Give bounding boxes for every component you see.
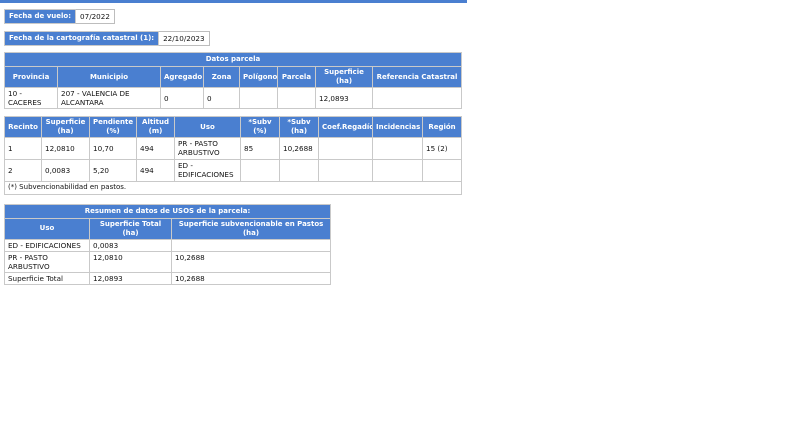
table-row: 10 - CACERES 207 - VALENCIA DE ALCANTARA… — [4, 87, 462, 109]
cell-subv-ha: 10,2688 — [279, 137, 319, 160]
datos-parcela-title: Datos parcela — [4, 52, 462, 67]
cell-referencia-catastral — [372, 87, 462, 109]
fecha-cartografia-label: Fecha de la cartografía catastral (1): — [3, 31, 160, 46]
cell-superficie-total: 12,0810 — [89, 250, 172, 273]
cell-agregado: 0 — [160, 87, 204, 109]
datos-parcela-table: Datos parcela Provincia Municipio Agrega… — [4, 52, 462, 109]
cell-parcela — [277, 87, 316, 109]
cell-poligono — [239, 87, 278, 109]
col-coef-regadio: Coef.Regadío — [318, 116, 373, 138]
cell-coef-regadio — [318, 137, 373, 160]
table-row: PR - PASTO ARBUSTIVO 12,0810 10,2688 — [4, 250, 332, 273]
recintos-table: Recinto Superficie (ha) Pendiente (%) Al… — [4, 116, 462, 195]
col-recinto: Recinto — [4, 116, 42, 138]
cell-uso: PR - PASTO ARBUSTIVO — [174, 137, 241, 160]
table-row: ED - EDIFICACIONES 0,0083 — [4, 238, 332, 252]
cell-uso: ED - EDIFICACIONES — [174, 159, 241, 182]
cell-subv-pct: 85 — [240, 137, 280, 160]
col-superficie: Superficie (ha) — [41, 116, 90, 138]
col-poligono: Polígono — [239, 66, 278, 88]
col-uso: Uso — [4, 218, 90, 240]
cell-subv-ha — [279, 159, 319, 182]
cell-superficie-subvencionable: 10,2688 — [170, 250, 332, 273]
cell-pendiente: 5,20 — [89, 159, 137, 182]
col-agregado: Agregado — [160, 66, 204, 88]
subvencionabilidad-note: (*) Subvencionabilidad en pastos. — [4, 181, 462, 195]
col-uso: Uso — [174, 116, 241, 138]
cell-altitud: 494 — [136, 159, 175, 182]
col-municipio: Municipio — [57, 66, 161, 88]
fecha-vuelo-value: 07/2022 — [75, 9, 115, 24]
cell-municipio: 207 - VALENCIA DE ALCANTARA — [57, 87, 161, 109]
cell-region — [422, 159, 462, 182]
col-region: Región — [422, 116, 462, 138]
cell-incidencias — [372, 159, 423, 182]
cell-altitud: 494 — [136, 137, 175, 160]
col-subv-pct: *Subv (%) — [240, 116, 280, 138]
cell-superficie-total: 0,0083 — [89, 238, 172, 252]
fecha-cartografia-table: Fecha de la cartografía catastral (1): 2… — [3, 31, 210, 46]
resumen-usos-table: Resumen de datos de USOS de la parcela: … — [3, 204, 332, 285]
cell-recinto: 1 — [4, 137, 42, 160]
fecha-vuelo-label: Fecha de vuelo: — [3, 9, 77, 24]
col-zona: Zona — [203, 66, 240, 88]
cell-subv-pct — [240, 159, 280, 182]
cell-pendiente: 10,70 — [89, 137, 137, 160]
cell-incidencias — [372, 137, 423, 160]
col-superficie-total: Superficie Total (ha) — [89, 218, 172, 240]
cell-uso: Superficie Total — [4, 271, 90, 285]
fecha-cartografia-value: 22/10/2023 — [158, 31, 210, 46]
resumen-title: Resumen de datos de USOS de la parcela: — [3, 204, 332, 219]
col-superficie-subvencionable: Superficie subvencionable en Pastos (ha) — [170, 218, 332, 240]
cell-coef-regadio — [318, 159, 373, 182]
cell-superficie-total: 12,0893 — [89, 271, 172, 285]
table-row: 1 12,0810 10,70 494 PR - PASTO ARBUSTIVO… — [4, 137, 462, 160]
cell-superficie: 0,0083 — [41, 159, 90, 182]
cell-uso: PR - PASTO ARBUSTIVO — [4, 250, 90, 273]
cell-region: 15 (2) — [422, 137, 462, 160]
col-subv-ha: *Subv (ha) — [279, 116, 319, 138]
top-accent-bar — [0, 0, 467, 3]
col-incidencias: Incidencias — [372, 116, 423, 138]
cell-zona: 0 — [203, 87, 240, 109]
col-altitud: Altitud (m) — [136, 116, 175, 138]
cell-superficie: 12,0893 — [315, 87, 373, 109]
col-superficie: Superficie (ha) — [315, 66, 373, 88]
cell-superficie-subvencionable — [170, 238, 332, 252]
cell-superficie: 12,0810 — [41, 137, 90, 160]
col-referencia-catastral: Referencia Catastral — [372, 66, 462, 88]
col-provincia: Provincia — [4, 66, 58, 88]
fecha-vuelo-table: Fecha de vuelo: 07/2022 — [3, 9, 115, 24]
cell-superficie-subvencionable: 10,2688 — [170, 271, 332, 285]
col-pendiente: Pendiente (%) — [89, 116, 137, 138]
table-row: 2 0,0083 5,20 494 ED - EDIFICACIONES — [4, 159, 462, 182]
table-row: Superficie Total 12,0893 10,2688 — [4, 271, 332, 285]
cell-recinto: 2 — [4, 159, 42, 182]
cell-uso: ED - EDIFICACIONES — [4, 238, 90, 252]
cell-provincia: 10 - CACERES — [4, 87, 58, 109]
col-parcela: Parcela — [277, 66, 316, 88]
